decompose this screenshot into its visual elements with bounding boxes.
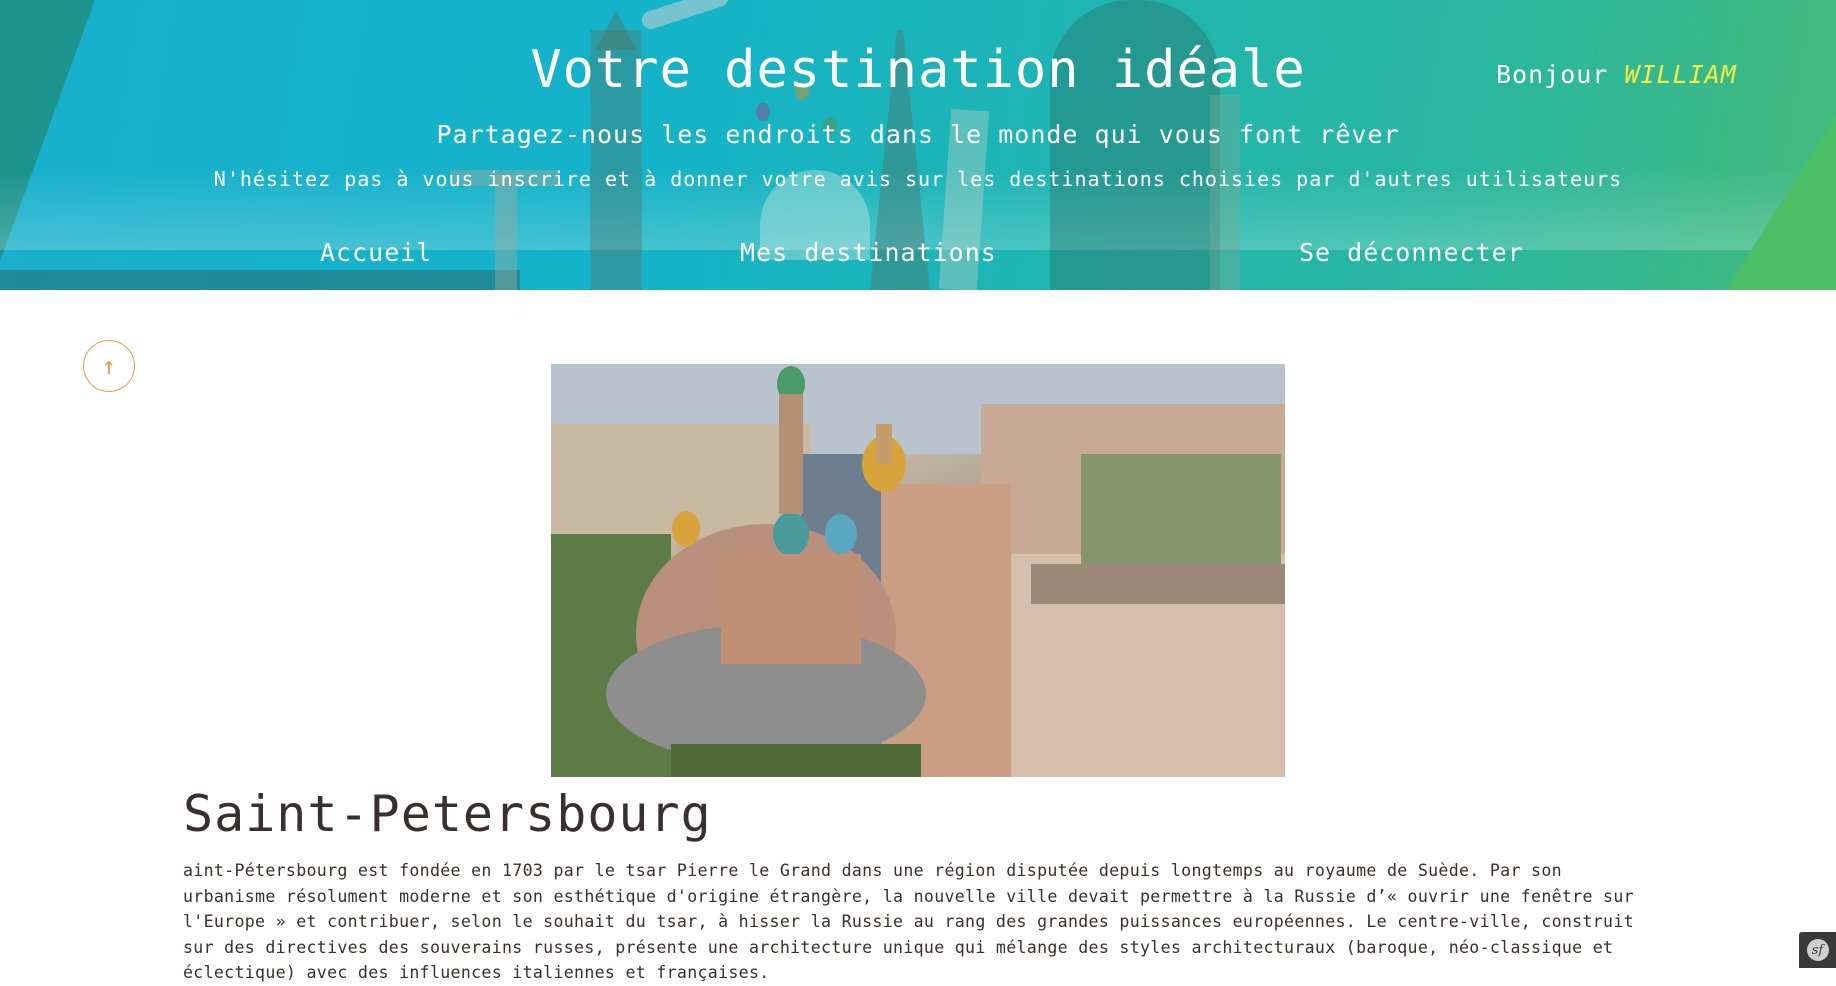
symfony-logo-icon: sf [1806, 939, 1829, 961]
site-tagline: N'hésitez pas à vous inscrire et à donne… [213, 167, 1623, 191]
hero-header: Votre destination idéale Partagez-nous l… [0, 0, 1836, 290]
scroll-to-top-button[interactable]: ↑ [83, 340, 135, 392]
destination-photo [551, 364, 1285, 777]
christ-redeemer-body-decoration [495, 175, 517, 290]
username: WILLIAM [1624, 60, 1737, 89]
city-skyline-decoration [0, 270, 520, 290]
balloon-icon [756, 103, 770, 121]
nav-logout-link[interactable]: Se déconnecter [1299, 238, 1524, 267]
nav-home-link[interactable]: Accueil [320, 238, 432, 267]
nav-my-destinations-link[interactable]: Mes destinations [740, 238, 997, 267]
symfony-debug-toolbar-button[interactable]: sf [1799, 932, 1836, 968]
user-greeting: Bonjour WILLIAM [1496, 60, 1737, 89]
destination-description: aint-Pétersbourg est fondée en 1703 par … [183, 861, 1634, 982]
airplane-decoration [639, 0, 731, 32]
destination-title: Saint-Petersbourg [183, 785, 712, 843]
greeting-prefix: Bonjour [1496, 60, 1609, 89]
site-subtitle: Partagez-nous les endroits dans le monde… [436, 120, 1400, 149]
saint-petersburg-aerial-image [551, 364, 1285, 777]
arrow-up-icon: ↑ [101, 352, 117, 380]
